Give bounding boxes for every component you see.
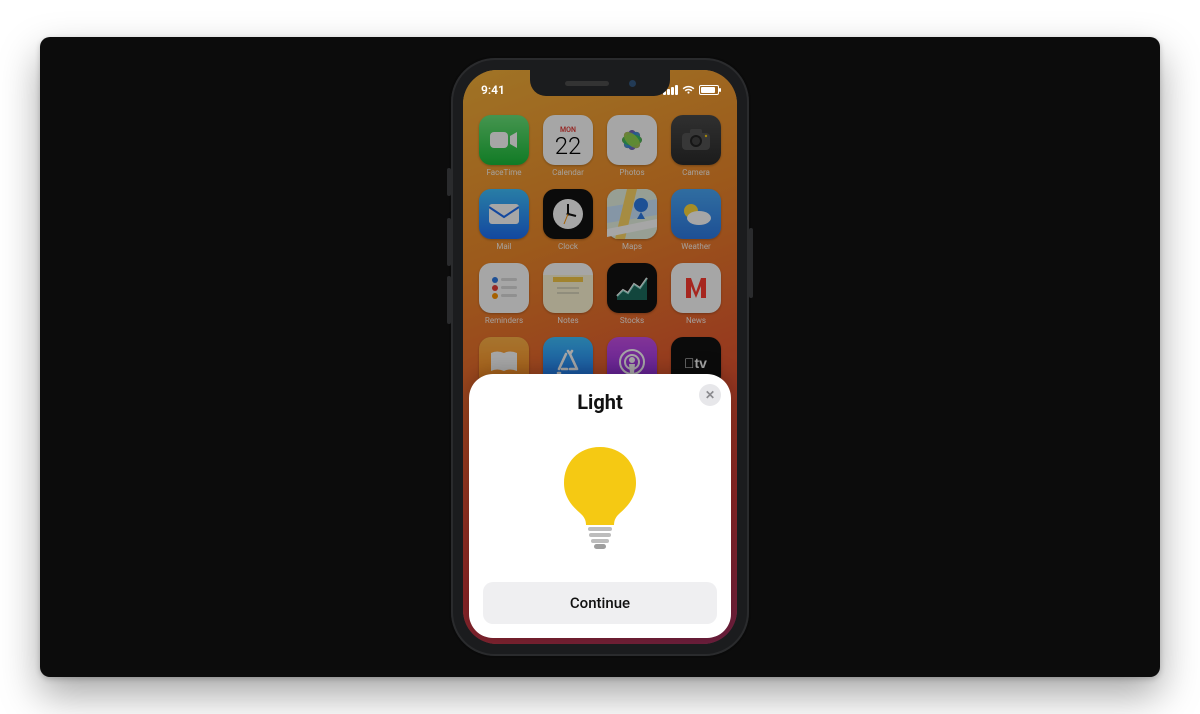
close-button[interactable]: ✕ (699, 384, 721, 406)
iphone-device-frame: 9:41 FaceTime MON (451, 58, 749, 656)
lightbulb-icon (558, 443, 642, 553)
close-icon: ✕ (705, 388, 715, 402)
volume-down-button (447, 276, 451, 324)
continue-button[interactable]: Continue (483, 582, 717, 624)
presentation-stage: 9:41 FaceTime MON (40, 37, 1160, 677)
app-clip-sheet: ✕ Light Continue (469, 374, 731, 638)
sheet-hero-graphic (558, 414, 642, 582)
status-right-cluster (663, 85, 719, 95)
iphone-screen: 9:41 FaceTime MON (463, 70, 737, 644)
mute-switch (447, 168, 451, 196)
notch (530, 70, 670, 96)
front-camera (629, 80, 636, 87)
wifi-icon (682, 85, 695, 95)
volume-up-button (447, 218, 451, 266)
earpiece-speaker (565, 81, 609, 86)
status-time: 9:41 (481, 83, 505, 97)
side-button (749, 228, 753, 298)
battery-icon (699, 85, 719, 95)
continue-button-label: Continue (570, 594, 630, 612)
sheet-title: Light (577, 390, 623, 414)
